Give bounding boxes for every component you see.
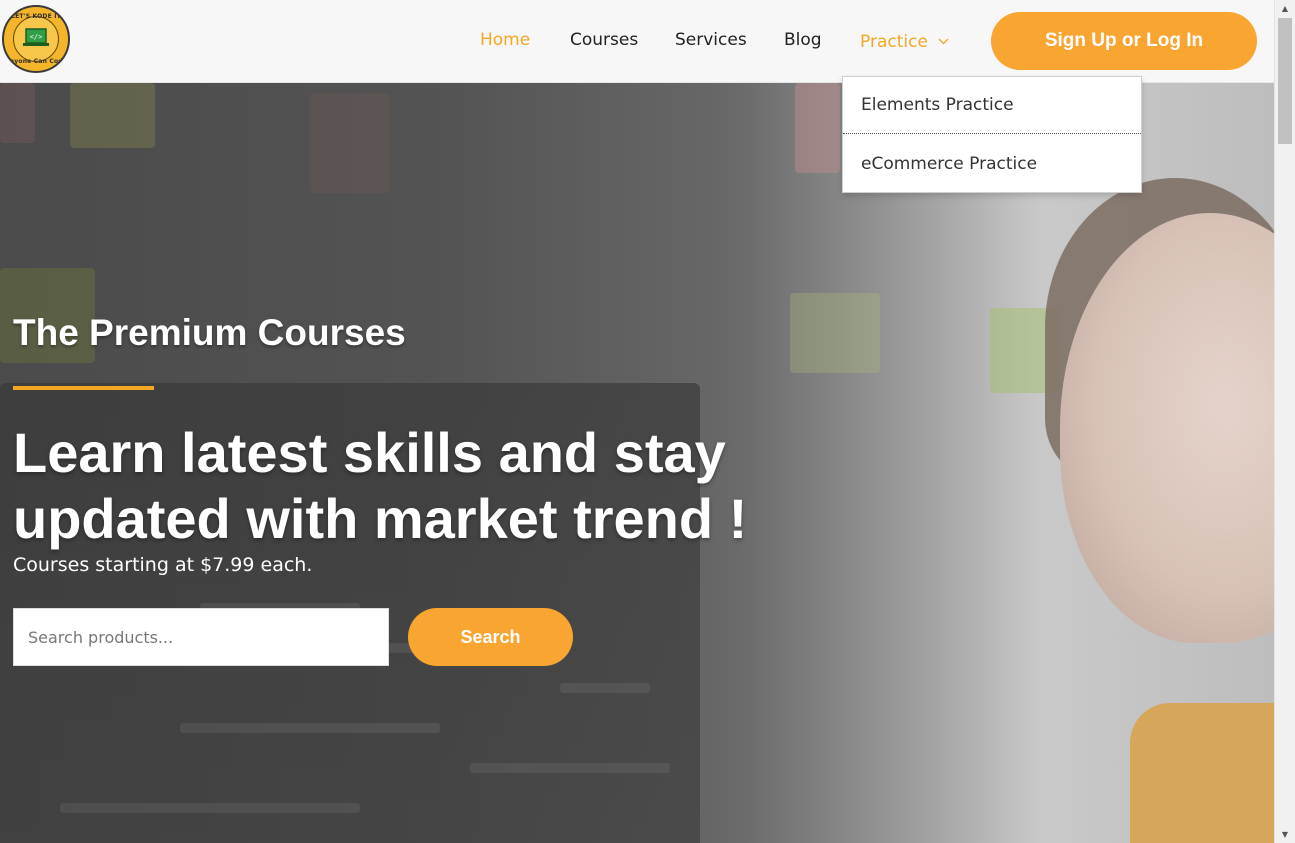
logo-bottom-text: Anyone Can Code bbox=[4, 58, 68, 65]
signup-login-button[interactable]: Sign Up or Log In bbox=[991, 12, 1257, 70]
kicker-underline bbox=[13, 386, 154, 390]
nav-home[interactable]: Home bbox=[480, 30, 530, 50]
dropdown-item-ecommerce-practice[interactable]: eCommerce Practice bbox=[843, 135, 1141, 192]
search-button[interactable]: Search bbox=[408, 608, 573, 666]
search-products-input[interactable] bbox=[13, 608, 389, 666]
scrollbar-thumb[interactable] bbox=[1278, 18, 1292, 144]
page-scrollbar[interactable]: ▲ ▼ bbox=[1274, 0, 1295, 843]
nav-blog[interactable]: Blog bbox=[784, 30, 822, 50]
chevron-down-icon bbox=[938, 30, 949, 50]
site-header: </> LET'S KODE IT Anyone Can Code Home C… bbox=[0, 0, 1274, 83]
hero-kicker: The Premium Courses bbox=[13, 312, 406, 353]
nav-practice-label: Practice bbox=[860, 32, 928, 52]
nav-practice[interactable]: Practice bbox=[860, 30, 949, 52]
scroll-down-arrow-icon[interactable]: ▼ bbox=[1275, 826, 1295, 843]
logo-top-text: LET'S KODE IT bbox=[11, 13, 61, 20]
brand-logo[interactable]: </> LET'S KODE IT Anyone Can Code bbox=[2, 5, 70, 73]
practice-dropdown-menu: Elements Practice eCommerce Practice bbox=[842, 76, 1142, 193]
nav-services[interactable]: Services bbox=[675, 30, 747, 50]
hero-headline: Learn latest skills and stay updated wit… bbox=[13, 421, 748, 550]
scroll-up-arrow-icon[interactable]: ▲ bbox=[1275, 0, 1295, 17]
hero-subline: Courses starting at $7.99 each. bbox=[13, 554, 313, 576]
nav-courses[interactable]: Courses bbox=[570, 30, 638, 50]
svg-text:</>: </> bbox=[30, 33, 43, 41]
dropdown-item-elements-practice[interactable]: Elements Practice bbox=[843, 77, 1141, 134]
